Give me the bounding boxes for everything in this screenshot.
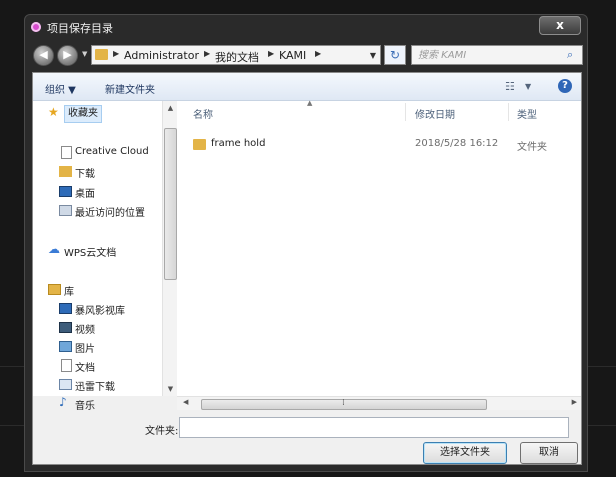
cancel-button[interactable]: 取消 [520, 442, 578, 464]
video-library-icon [59, 303, 72, 314]
app-icon [31, 22, 41, 32]
scroll-down-icon[interactable]: ▼ [163, 385, 178, 393]
table-row[interactable]: frame hold 2018/5/28 16:12 文件夹 [177, 135, 581, 155]
music-icon: ♪ [59, 395, 67, 409]
column-header-type[interactable]: 类型 [517, 106, 537, 121]
cloud-icon: ☁ [48, 242, 60, 256]
column-divider[interactable] [508, 103, 509, 121]
download-folder-icon [59, 166, 72, 177]
sidebar-item-label: 最近访问的位置 [75, 208, 145, 219]
document-icon [61, 146, 72, 159]
sidebar-item-label: 库 [64, 287, 74, 298]
star-icon: ★ [48, 105, 59, 119]
view-options-icon[interactable]: ☷ [505, 80, 515, 93]
folder-field-label: 文件夹: [145, 426, 179, 437]
breadcrumb-kami[interactable]: KAMI [279, 49, 306, 62]
navigation-bar: ◀ ▶ ▼ ▶ Administrator ▶ 我的文档 ▶ KAMI ▶ ▼ … [25, 41, 587, 71]
sidebar-item-label: 图片 [75, 344, 95, 355]
file-list: 名称 ▲ 修改日期 类型 frame hold 2018/5/28 16:12 … [177, 99, 581, 396]
chevron-right-icon[interactable]: ▶ [204, 49, 210, 58]
back-arrow-icon[interactable]: ◀ [33, 45, 54, 66]
column-header-name[interactable]: 名称 [193, 106, 213, 121]
sidebar-item-label: 音乐 [75, 401, 95, 412]
sort-ascending-icon: ▲ [307, 99, 313, 107]
file-type: 文件夹 [517, 142, 547, 153]
help-icon[interactable]: ? [558, 79, 572, 93]
organize-menu[interactable]: 组织 ▼ [45, 81, 76, 96]
search-input[interactable] [411, 45, 583, 65]
sidebar-item-label: WPS云文档 [64, 248, 117, 259]
sidebar-item-label: 迅雷下载 [75, 382, 115, 393]
picture-icon [59, 341, 72, 352]
sidebar-item-label: Creative Cloud [75, 146, 149, 157]
video-icon [59, 322, 72, 333]
document-icon [61, 359, 72, 372]
scrollbar-thumb[interactable]: ⁞ [201, 398, 487, 410]
column-divider[interactable] [405, 103, 406, 121]
sidebar-item-label: 暴风影视库 [75, 306, 125, 317]
title-bar: 项目保存目录 x [25, 15, 587, 39]
chevron-down-icon[interactable]: ▼ [370, 51, 376, 60]
sidebar-item-label: 下载 [75, 169, 95, 180]
file-name: frame hold [211, 138, 266, 149]
navigation-pane: ★ 收藏夹 Creative Cloud 下载 桌面 最近访问的位置 ☁ WPS… [33, 101, 162, 396]
navigation-scrollbar[interactable]: ▲ ▼ [162, 101, 177, 396]
column-header-date[interactable]: 修改日期 [415, 106, 455, 121]
recent-places-icon [59, 205, 72, 216]
forward-arrow-icon[interactable]: ▶ [57, 45, 78, 66]
chevron-right-icon[interactable]: ▶ [315, 49, 321, 58]
breadcrumb-administrator[interactable]: Administrator [124, 49, 199, 62]
breadcrumb-my-documents[interactable]: 我的文档 [215, 49, 259, 65]
background-divider [588, 425, 616, 426]
history-dropdown-icon[interactable]: ▼ [82, 50, 87, 58]
chevron-down-icon[interactable]: ▼ [525, 82, 531, 91]
file-list-scrollbar[interactable]: ◀ ⁞ ▶ [177, 396, 581, 410]
dialog-title: 项目保存目录 [47, 22, 113, 35]
download-icon [59, 379, 72, 390]
refresh-button[interactable]: ↻ [384, 45, 406, 65]
scroll-right-icon[interactable]: ▶ [572, 398, 577, 406]
command-toolbar: 组织 ▼ 新建文件夹 ☷ ▼ ? [33, 73, 581, 101]
select-folder-button[interactable]: 选择文件夹 [423, 442, 507, 464]
sidebar-item-label: 桌面 [75, 189, 95, 200]
folder-icon [95, 49, 108, 60]
desktop-icon [59, 186, 72, 197]
folder-field[interactable] [179, 417, 569, 438]
background-divider [0, 425, 24, 426]
background-divider [0, 366, 24, 367]
scrollbar-thumb[interactable] [164, 128, 177, 280]
folder-picker-dialog: 项目保存目录 x ◀ ▶ ▼ ▶ Administrator ▶ 我的文档 ▶ … [24, 14, 588, 472]
dialog-body: 组织 ▼ 新建文件夹 ☷ ▼ ? ★ 收藏夹 Creative Cloud 下载… [32, 72, 582, 465]
sidebar-item-label: 文档 [75, 363, 95, 374]
folder-icon [193, 139, 206, 150]
sidebar-item-label: 视频 [75, 325, 95, 336]
scroll-left-icon[interactable]: ◀ [183, 398, 188, 406]
file-date: 2018/5/28 16:12 [415, 138, 499, 149]
grip-icon: ⁞ [342, 398, 345, 408]
sidebar-item-label: 收藏夹 [64, 105, 102, 123]
chevron-right-icon[interactable]: ▶ [113, 49, 119, 58]
search-icon[interactable]: ⌕ [567, 48, 573, 62]
chevron-right-icon[interactable]: ▶ [268, 49, 274, 58]
library-icon [48, 284, 61, 295]
close-button[interactable]: x [539, 16, 581, 35]
scroll-up-icon[interactable]: ▲ [163, 104, 178, 112]
new-folder-button[interactable]: 新建文件夹 [105, 81, 155, 96]
background-divider [588, 366, 616, 367]
address-bar[interactable]: ▶ Administrator ▶ 我的文档 ▶ KAMI ▶ ▼ [91, 45, 381, 65]
